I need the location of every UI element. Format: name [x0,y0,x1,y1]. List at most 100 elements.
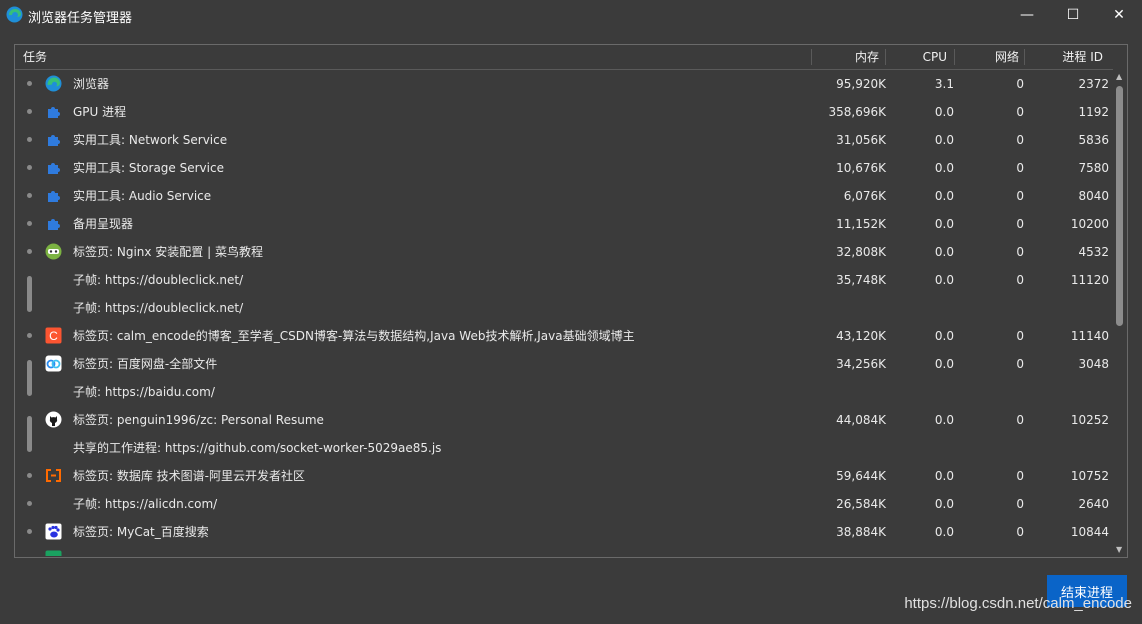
task-name: 备用呈现器 [73,217,134,231]
scrollbar-thumb[interactable] [1116,86,1123,326]
network-value: 0 [1016,469,1024,483]
memory-value: 31,056K [836,133,886,147]
maximize-button[interactable]: ☐ [1050,0,1096,30]
table-row[interactable]: 浏览器 95,920K 3.1 0 2372 [15,70,1113,98]
row-bullet [27,137,32,142]
row-bullet [27,473,32,478]
close-icon: ✕ [1113,7,1125,23]
runoob-icon [45,243,62,260]
task-name: 标签页: Nginx 安装配置 | 菜鸟教程 [73,245,263,259]
network-value: 0 [1016,133,1024,147]
task-name: 标签页: 数据库 技术图谱-阿里云开发者社区 [73,469,306,483]
tab-favicon-icon [45,550,62,556]
row-bullet [27,81,32,86]
pid-value: 7580 [1078,161,1109,175]
memory-value: 95,920K [836,77,886,91]
column-header-pid[interactable]: 进程 ID [1045,45,1103,69]
cpu-value: 0.0 [934,133,954,147]
minimize-button[interactable]: — [1004,0,1050,30]
network-value: 0 [1016,525,1024,539]
network-value: 0 [1016,245,1024,259]
maximize-icon: ☐ [1066,7,1080,23]
task-list: 浏览器 95,920K 3.1 0 2372 GPU 进程 358,696K 0… [15,70,1113,556]
column-header-network[interactable]: 网络 [965,45,1019,69]
title-bar: 浏览器任务管理器 — ☐ ✕ [0,0,1142,30]
table-row[interactable]: 子帧: https://doubleclick.net/ [15,294,1113,322]
column-header-memory[interactable]: 内存 [815,45,879,69]
network-value: 0 [1016,105,1024,119]
pid-value: 10200 [1070,217,1109,231]
pid-value: 5836 [1078,133,1109,147]
pid-value: 1192 [1078,105,1109,119]
cpu-value: 0.0 [934,217,954,231]
table-row[interactable]: 实用工具: Audio Service 6,076K 0.0 0 8040 [15,182,1113,210]
baidu-paw-icon [45,523,62,540]
cpu-value: 0.0 [934,469,954,483]
row-bullet [27,501,32,506]
pid-value: 8040 [1078,189,1109,203]
column-divider[interactable] [885,49,886,65]
watermark: https://blog.csdn.net/calm_encode [904,595,1132,612]
table-row[interactable]: 标签页: Nginx 安装配置 | 菜鸟教程 32,808K 0.0 0 453… [15,238,1113,266]
table-row[interactable] [15,546,1113,556]
task-name: 浏览器 [73,77,110,91]
cpu-value: 0.0 [934,525,954,539]
cpu-value: 3.1 [934,77,954,91]
table-row[interactable]: 实用工具: Storage Service 10,676K 0.0 0 7580 [15,154,1113,182]
puzzle-icon [48,135,60,146]
edge-app-icon [6,6,23,23]
task-name: 实用工具: Network Service [73,133,228,147]
memory-value: 43,120K [836,329,886,343]
close-button[interactable]: ✕ [1096,0,1142,30]
table-row[interactable]: 标签页: MyCat_百度搜索 38,884K 0.0 0 10844 [15,518,1113,546]
task-name: 标签页: 百度网盘-全部文件 [73,357,218,371]
table-row[interactable]: 子帧: https://alicdn.com/ 26,584K 0.0 0 26… [15,490,1113,518]
pid-value: 2640 [1078,497,1109,511]
task-name: 子帧: https://baidu.com/ [73,385,215,399]
puzzle-icon [48,163,60,174]
task-table: 任务 内存 CPU 网络 进程 ID 浏览器 95,920K 3.1 0 237… [14,44,1128,558]
row-bullet [27,221,32,226]
scroll-up-icon[interactable]: ▲ [1116,72,1122,81]
column-header-cpu[interactable]: CPU [895,45,947,69]
task-name: 标签页: penguin1996/zc: Personal Resume [73,413,324,427]
memory-value: 44,084K [836,413,886,427]
column-divider[interactable] [811,49,812,65]
table-row[interactable]: 子帧: https://doubleclick.net/ 35,748K 0.0… [15,266,1113,294]
pid-value: 10752 [1070,469,1109,483]
puzzle-icon [48,219,60,230]
column-header-task[interactable]: 任务 [23,45,47,69]
cpu-value: 0.0 [934,245,954,259]
table-row[interactable]: 共享的工作进程: https://github.com/socket-worke… [15,434,1113,462]
task-name: 实用工具: Storage Service [73,161,224,175]
cpu-value: 0.0 [934,273,954,287]
pid-value: 3048 [1078,357,1109,371]
row-bullet [27,165,32,170]
table-row[interactable]: 标签页: 数据库 技术图谱-阿里云开发者社区 59,644K 0.0 0 107… [15,462,1113,490]
table-row[interactable]: 实用工具: Network Service 31,056K 0.0 0 5836 [15,126,1113,154]
network-value: 0 [1016,413,1024,427]
table-row[interactable]: C 标签页: calm_encode的博客_至学者_CSDN博客-算法与数据结构… [15,322,1113,350]
memory-value: 32,808K [836,245,886,259]
column-divider[interactable] [1024,49,1025,65]
table-header: 任务 内存 CPU 网络 进程 ID [15,45,1113,70]
network-value: 0 [1016,273,1024,287]
table-row[interactable]: 备用呈现器 11,152K 0.0 0 10200 [15,210,1113,238]
scroll-down-icon[interactable]: ▼ [1116,545,1122,554]
task-name: 子帧: https://alicdn.com/ [73,497,218,511]
table-row[interactable]: GPU 进程 358,696K 0.0 0 1192 [15,98,1113,126]
column-divider[interactable] [954,49,955,65]
table-row[interactable]: 标签页: penguin1996/zc: Personal Resume 44,… [15,406,1113,434]
pid-value: 2372 [1078,77,1109,91]
edge-browser-icon [45,75,62,92]
table-row[interactable]: 子帧: https://baidu.com/ [15,378,1113,406]
github-icon [45,411,62,428]
pid-value: 10844 [1070,525,1109,539]
row-bullet [27,333,32,338]
table-row[interactable]: 标签页: 百度网盘-全部文件 34,256K 0.0 0 3048 [15,350,1113,378]
vertical-scrollbar[interactable]: ▲ ▼ [1113,70,1126,556]
cpu-value: 0.0 [934,413,954,427]
network-value: 0 [1016,357,1024,371]
row-bullet [27,529,32,534]
pid-value: 11140 [1070,329,1109,343]
